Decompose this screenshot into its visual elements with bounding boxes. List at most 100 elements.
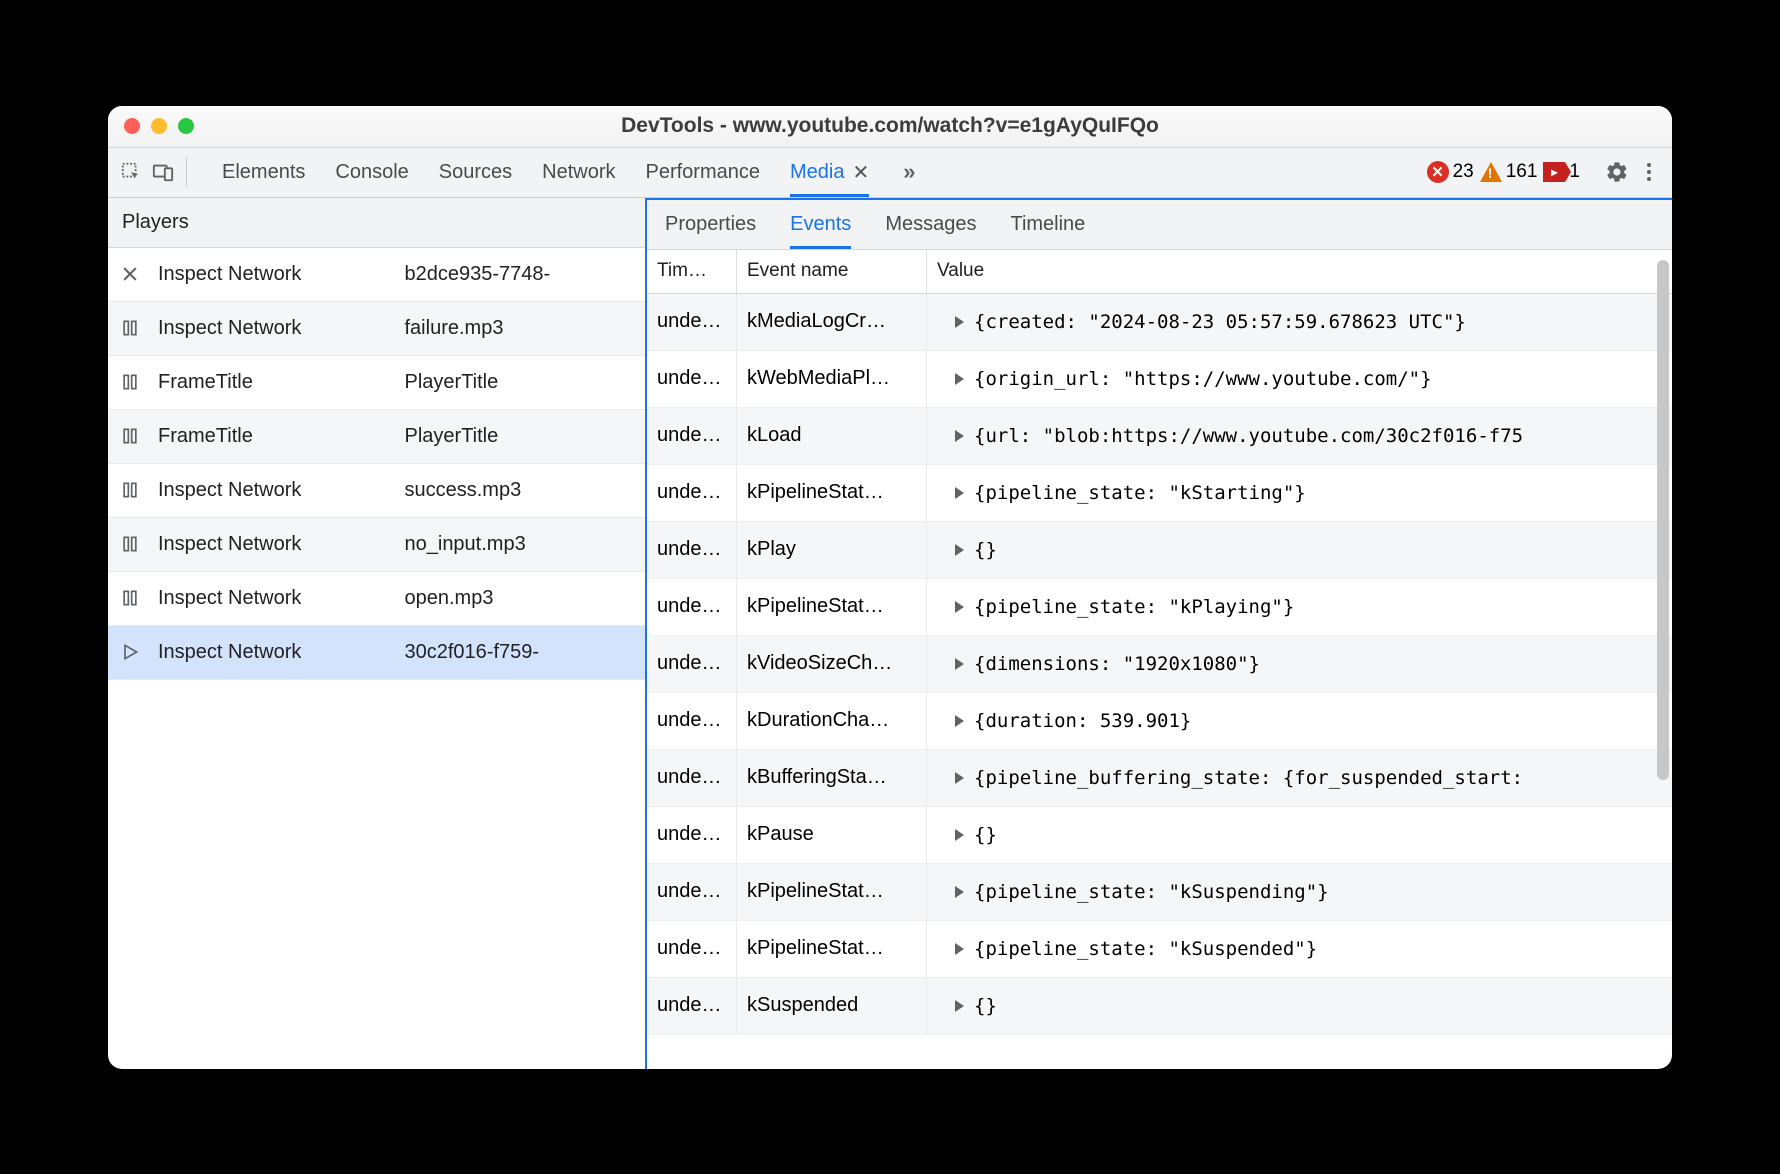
event-name: kBufferingSta… xyxy=(737,750,927,806)
event-row[interactable]: unde…kWebMediaPl…{origin_url: "https://w… xyxy=(647,351,1672,408)
event-timestamp: unde… xyxy=(647,408,737,464)
event-row[interactable]: unde…kPipelineStat…{pipeline_state: "kPl… xyxy=(647,579,1672,636)
event-value: {pipeline_state: "kStarting"} xyxy=(927,465,1672,521)
zoom-window-button[interactable] xyxy=(178,118,194,134)
disclosure-icon[interactable] xyxy=(955,772,964,784)
event-row[interactable]: unde…kSuspended{} xyxy=(647,978,1672,1035)
event-row[interactable]: unde…kLoad{url: "blob:https://www.youtub… xyxy=(647,408,1672,465)
event-name: kPipelineStat… xyxy=(737,579,927,635)
close-tab-icon[interactable]: ✕ xyxy=(852,160,869,185)
col-timestamp[interactable]: Tim… xyxy=(647,250,737,293)
event-row[interactable]: unde…kBufferingSta…{pipeline_buffering_s… xyxy=(647,750,1672,807)
subtab-properties[interactable]: Properties xyxy=(665,200,756,249)
more-options-icon[interactable] xyxy=(1636,159,1662,185)
info-badge[interactable]: ▸ 1 xyxy=(1543,161,1580,183)
player-status-icon xyxy=(108,534,152,554)
disclosure-icon[interactable] xyxy=(955,658,964,670)
event-timestamp: unde… xyxy=(647,921,737,977)
player-title: 30c2f016-f759- xyxy=(399,641,646,664)
disclosure-icon[interactable] xyxy=(955,943,964,955)
player-title: b2dce935-7748- xyxy=(399,263,646,286)
player-row[interactable]: Inspect Network30c2f016-f759- xyxy=(108,626,645,680)
player-title: failure.mp3 xyxy=(399,317,646,340)
content-area: Players Inspect Networkb2dce935-7748-Ins… xyxy=(108,198,1672,1069)
disclosure-icon[interactable] xyxy=(955,544,964,556)
disclosure-icon[interactable] xyxy=(955,715,964,727)
disclosure-icon[interactable] xyxy=(955,1000,964,1012)
event-row[interactable]: unde…kPipelineStat…{pipeline_state: "kSu… xyxy=(647,864,1672,921)
player-status-icon xyxy=(108,264,152,284)
players-heading: Players xyxy=(108,198,645,248)
players-list[interactable]: Inspect Networkb2dce935-7748-Inspect Net… xyxy=(108,248,645,1069)
event-row[interactable]: unde…kPipelineStat…{pipeline_state: "kSt… xyxy=(647,465,1672,522)
close-window-button[interactable] xyxy=(124,118,140,134)
event-row[interactable]: unde…kMediaLogCr…{created: "2024-08-23 0… xyxy=(647,294,1672,351)
tab-network[interactable]: Network xyxy=(542,148,615,197)
subtab-events[interactable]: Events xyxy=(790,200,851,249)
errors-badge[interactable]: ✕ 23 xyxy=(1427,161,1474,183)
event-row[interactable]: unde…kPause{} xyxy=(647,807,1672,864)
player-row[interactable]: FrameTitlePlayerTitle xyxy=(108,410,645,464)
disclosure-icon[interactable] xyxy=(955,886,964,898)
event-row[interactable]: unde…kVideoSizeCh…{dimensions: "1920x108… xyxy=(647,636,1672,693)
event-row[interactable]: unde…kPlay{} xyxy=(647,522,1672,579)
event-timestamp: unde… xyxy=(647,465,737,521)
event-value: {duration: 539.901} xyxy=(927,693,1672,749)
disclosure-icon[interactable] xyxy=(955,430,964,442)
scrollbar[interactable] xyxy=(1657,260,1669,780)
warnings-count: 161 xyxy=(1506,161,1538,183)
disclosure-icon[interactable] xyxy=(955,487,964,499)
event-value: {} xyxy=(927,978,1672,1034)
event-value: {pipeline_state: "kSuspending"} xyxy=(927,864,1672,920)
disclosure-icon[interactable] xyxy=(955,316,964,328)
more-tabs-icon[interactable]: » xyxy=(903,159,910,185)
player-row[interactable]: Inspect Networkfailure.mp3 xyxy=(108,302,645,356)
detail-panel: Properties Events Messages Timeline Tim…… xyxy=(647,198,1672,1069)
event-value: {origin_url: "https://www.youtube.com/"} xyxy=(927,351,1672,407)
event-timestamp: unde… xyxy=(647,864,737,920)
event-timestamp: unde… xyxy=(647,522,737,578)
subtab-messages[interactable]: Messages xyxy=(885,200,976,249)
tab-console[interactable]: Console xyxy=(335,148,408,197)
error-icon: ✕ xyxy=(1427,161,1449,183)
player-status-icon xyxy=(108,372,152,392)
tab-media[interactable]: Media ✕ xyxy=(790,148,869,197)
tab-sources[interactable]: Sources xyxy=(439,148,512,197)
player-row[interactable]: Inspect Networkopen.mp3 xyxy=(108,572,645,626)
col-eventname[interactable]: Event name xyxy=(737,250,927,293)
settings-icon[interactable] xyxy=(1604,159,1630,185)
player-row[interactable]: Inspect Networkb2dce935-7748- xyxy=(108,248,645,302)
disclosure-icon[interactable] xyxy=(955,829,964,841)
player-title: PlayerTitle xyxy=(399,425,646,448)
event-name: kSuspended xyxy=(737,978,927,1034)
col-value[interactable]: Value xyxy=(927,250,1672,293)
player-frame: FrameTitle xyxy=(152,371,399,394)
disclosure-icon[interactable] xyxy=(955,601,964,613)
event-row[interactable]: unde…kPipelineStat…{pipeline_state: "kSu… xyxy=(647,921,1672,978)
event-timestamp: unde… xyxy=(647,636,737,692)
device-toolbar-icon[interactable] xyxy=(150,159,176,185)
players-panel: Players Inspect Networkb2dce935-7748-Ins… xyxy=(108,198,647,1069)
subtab-timeline[interactable]: Timeline xyxy=(1010,200,1085,249)
tab-performance[interactable]: Performance xyxy=(646,148,761,197)
player-row[interactable]: FrameTitlePlayerTitle xyxy=(108,356,645,410)
event-name: kPlay xyxy=(737,522,927,578)
event-name: kPipelineStat… xyxy=(737,864,927,920)
events-table[interactable]: Tim… Event name Value unde…kMediaLogCr…{… xyxy=(647,250,1672,1069)
player-status-icon xyxy=(108,588,152,608)
event-value: {} xyxy=(927,807,1672,863)
panel-tabs: Elements Console Sources Network Perform… xyxy=(222,148,911,197)
player-frame: Inspect Network xyxy=(152,263,399,286)
player-row[interactable]: Inspect Networksuccess.mp3 xyxy=(108,464,645,518)
event-value: {created: "2024-08-23 05:57:59.678623 UT… xyxy=(927,294,1672,350)
warnings-badge[interactable]: 161 xyxy=(1480,161,1538,183)
tab-elements[interactable]: Elements xyxy=(222,148,305,197)
tab-media-label: Media xyxy=(790,161,844,184)
player-row[interactable]: Inspect Networkno_input.mp3 xyxy=(108,518,645,572)
minimize-window-button[interactable] xyxy=(151,118,167,134)
event-name: kPipelineStat… xyxy=(737,921,927,977)
inspect-element-icon[interactable] xyxy=(118,159,144,185)
event-row[interactable]: unde…kDurationCha…{duration: 539.901} xyxy=(647,693,1672,750)
player-title: no_input.mp3 xyxy=(399,533,646,556)
disclosure-icon[interactable] xyxy=(955,373,964,385)
